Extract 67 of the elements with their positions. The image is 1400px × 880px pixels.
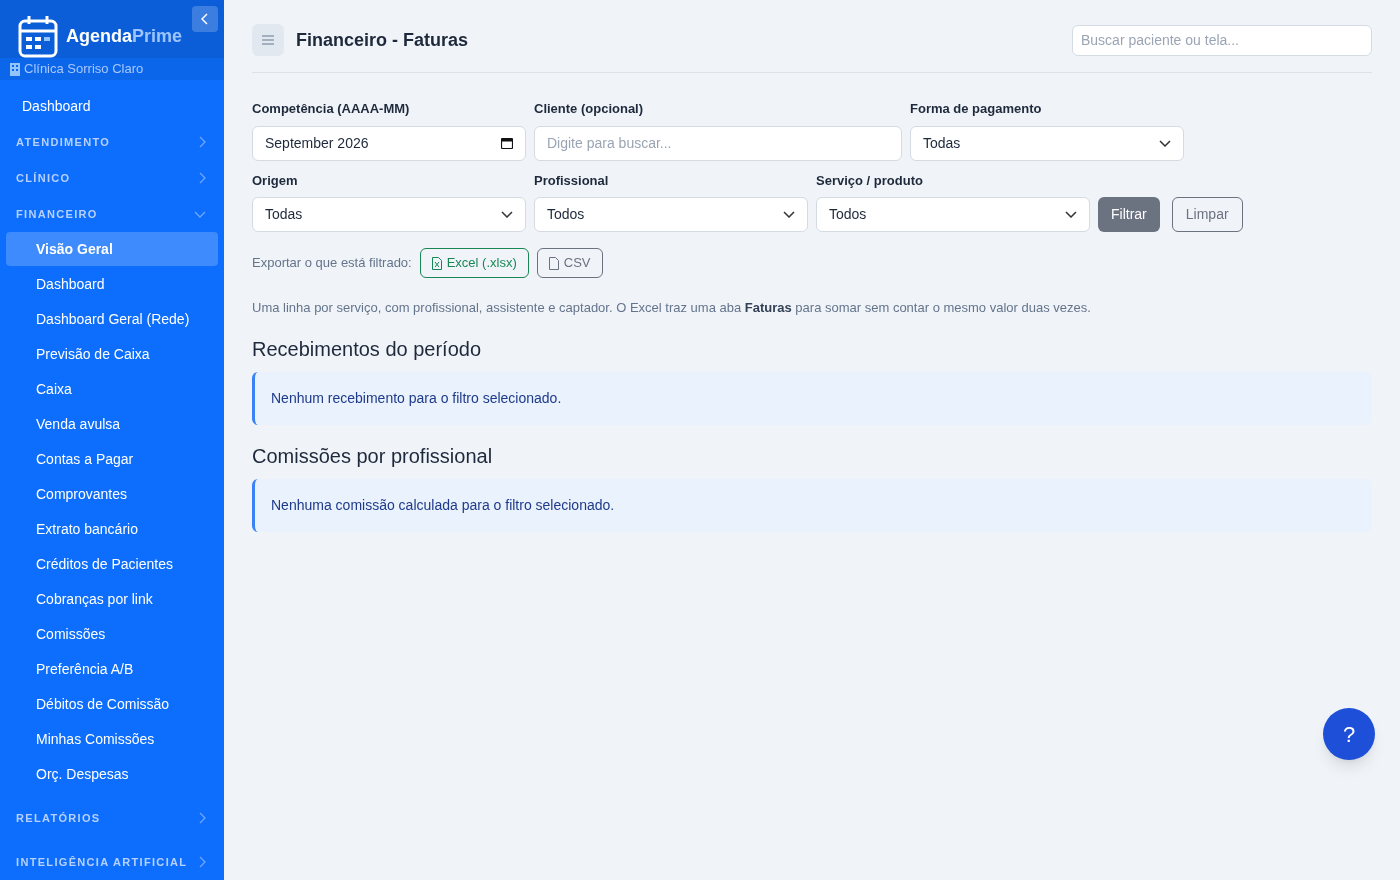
chevron-down-icon [1065,211,1077,218]
chevron-right-icon [199,136,206,148]
sidebar-item[interactable]: Previsão de Caixa [6,337,218,371]
app-logo-text: AgendaPrime [66,25,183,48]
select-dropdown[interactable]: Todas [252,197,526,232]
select-dropdown[interactable]: Todas [910,125,1184,161]
calendar-icon [501,137,513,149]
clear-button[interactable]: Limpar [1171,197,1243,232]
field-label: Forma de pagamento [910,100,1043,118]
field-label: Origem [252,171,299,190]
chevron-down-icon [783,211,795,218]
chevron-right-icon [199,856,206,868]
chevron-left-icon [201,13,209,25]
clinic-name: Clínica Sorriso Claro [24,60,144,79]
sidebar-section-toggle[interactable]: ATENDIMENTO [0,124,224,160]
collapse-sidebar-button[interactable] [192,6,218,32]
chevron-down-icon [194,210,206,218]
sidebar-item[interactable]: Créditos de Pacientes [6,547,218,581]
text-field[interactable]: Digite para buscar... [534,125,902,161]
date-field[interactable]: September 2026 [252,125,526,161]
sidebar-item[interactable]: Cobranças por link [6,582,218,616]
search-field[interactable]: Buscar paciente ou tela... [1072,24,1372,56]
chevron-down-icon [501,211,513,218]
filter-button[interactable]: Filtrar [1098,197,1160,232]
sidebar-item[interactable]: Caixa [6,372,218,406]
building-icon [10,62,20,76]
file-icon [431,256,442,270]
sidebar-item[interactable]: Preferência A/B [6,652,218,686]
sidebar-section-toggle[interactable]: RELATÓRIOS [0,800,224,836]
sidebar-item[interactable]: Comprovantes [6,477,218,511]
calendar-icon [18,15,58,58]
field-label: Cliente (opcional) [534,100,645,118]
sidebar-item[interactable]: Visão Geral [6,232,218,266]
excel-export-button[interactable]: Excel (.xlsx) [419,248,529,278]
sidebar-item[interactable]: Minhas Comissões [6,722,218,756]
empty-state-message: Nenhum recebimento para o filtro selecionado. [252,371,1372,425]
sidebar-item[interactable]: Orç. Despesas [6,757,218,791]
field-label: Serviço / produto [816,171,924,190]
chevron-down-icon [1159,139,1171,147]
sidebar-item[interactable]: Venda avulsa [6,407,218,441]
export-label: Exportar o que está filtrado: [252,254,412,273]
page-title: Financeiro - Faturas [296,28,469,52]
sidebar-item[interactable]: Dashboard [0,88,224,124]
file-icon [548,256,559,270]
select-dropdown[interactable]: Todos [816,197,1090,232]
help-button[interactable]: ? [1323,708,1375,760]
select-dropdown[interactable]: Todos [534,197,808,232]
sidebar-section-toggle[interactable]: INTELIGÊNCIA ARTIFICIAL [0,844,224,880]
sidebar-item[interactable]: Dashboard Geral (Rede) [6,302,218,336]
csv-export-button[interactable]: CSV [536,248,603,278]
empty-state-message: Nenhuma comissão calculada para o filtro selecionado. [252,478,1372,532]
section-heading: Recebimentos do período [252,336,483,362]
export-note: Uma linha por serviço, com profissional, assistente e captador. O Excel traz uma aba Faturas para somar sem contar o mesmo valor duas vezes. [252,299,1092,317]
sidebar-item[interactable]: Débitos de Comissão [6,687,218,721]
menu-button[interactable] [252,24,284,56]
sidebar-item[interactable]: Comissões [6,617,218,651]
field-label: Competência (AAAA-MM) [252,100,411,118]
chevron-right-icon [199,812,206,824]
sidebar-section-toggle[interactable]: FINANCEIRO [0,196,224,232]
sidebar-item[interactable]: Dashboard [6,267,218,301]
sidebar-section-toggle[interactable]: CLÍNICO [0,160,224,196]
section-heading: Comissões por profissional [252,443,494,469]
field-label: Profissional [534,171,610,190]
sidebar-item[interactable]: Extrato bancário [6,512,218,546]
chevron-right-icon [199,172,206,184]
sidebar-item[interactable]: Contas a Pagar [6,442,218,476]
menu-icon [262,35,274,45]
